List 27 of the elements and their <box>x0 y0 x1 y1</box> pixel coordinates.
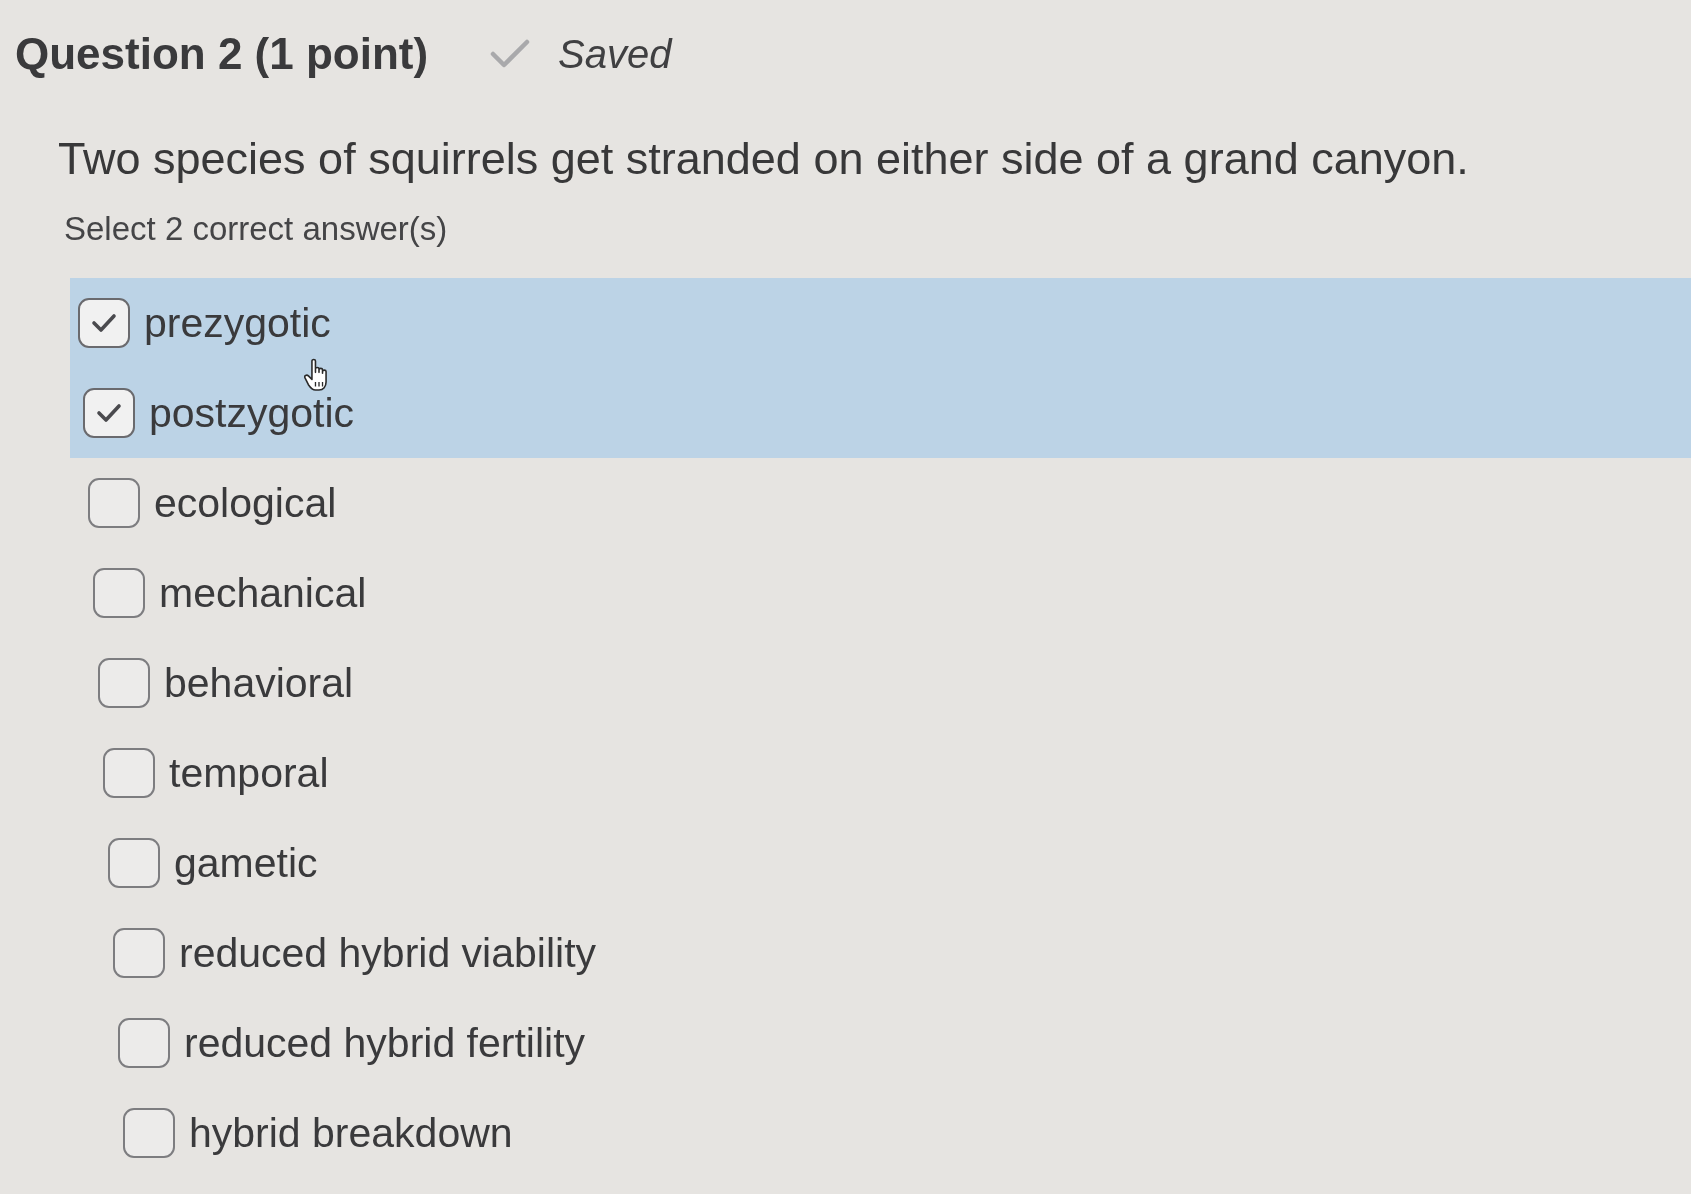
option-label[interactable]: postzygotic <box>149 389 355 437</box>
saved-status: Saved <box>558 31 672 78</box>
checkbox[interactable] <box>108 838 160 888</box>
option-label[interactable]: mechanical <box>159 569 367 617</box>
option-label[interactable]: reduced hybrid fertility <box>184 1019 586 1067</box>
check-icon <box>91 313 117 333</box>
question-text: Two species of squirrels get stranded on either side of a grand canyon. <box>58 132 1470 186</box>
check-icon <box>490 39 531 69</box>
checkbox[interactable] <box>113 928 165 978</box>
checkbox[interactable] <box>103 748 155 798</box>
instruction-text: Select 2 correct answer(s) <box>64 209 449 249</box>
check-icon <box>96 403 122 423</box>
option-label[interactable]: ecological <box>154 479 337 527</box>
option-label[interactable]: behavioral <box>164 659 354 707</box>
checkbox[interactable] <box>83 388 135 438</box>
option-label[interactable]: hybrid breakdown <box>189 1109 513 1157</box>
checkbox[interactable] <box>93 568 145 618</box>
option-label[interactable]: gametic <box>174 839 318 887</box>
checkbox[interactable] <box>88 478 140 528</box>
option-label[interactable]: prezygotic <box>144 299 331 347</box>
checkbox[interactable] <box>78 298 130 348</box>
checkbox[interactable] <box>123 1108 175 1158</box>
option-label[interactable]: reduced hybrid viability <box>179 929 597 977</box>
checkbox[interactable] <box>118 1018 170 1068</box>
question-title: Question 2 (1 point) <box>15 28 429 80</box>
checkbox[interactable] <box>98 658 150 708</box>
option-label[interactable]: temporal <box>169 749 329 797</box>
